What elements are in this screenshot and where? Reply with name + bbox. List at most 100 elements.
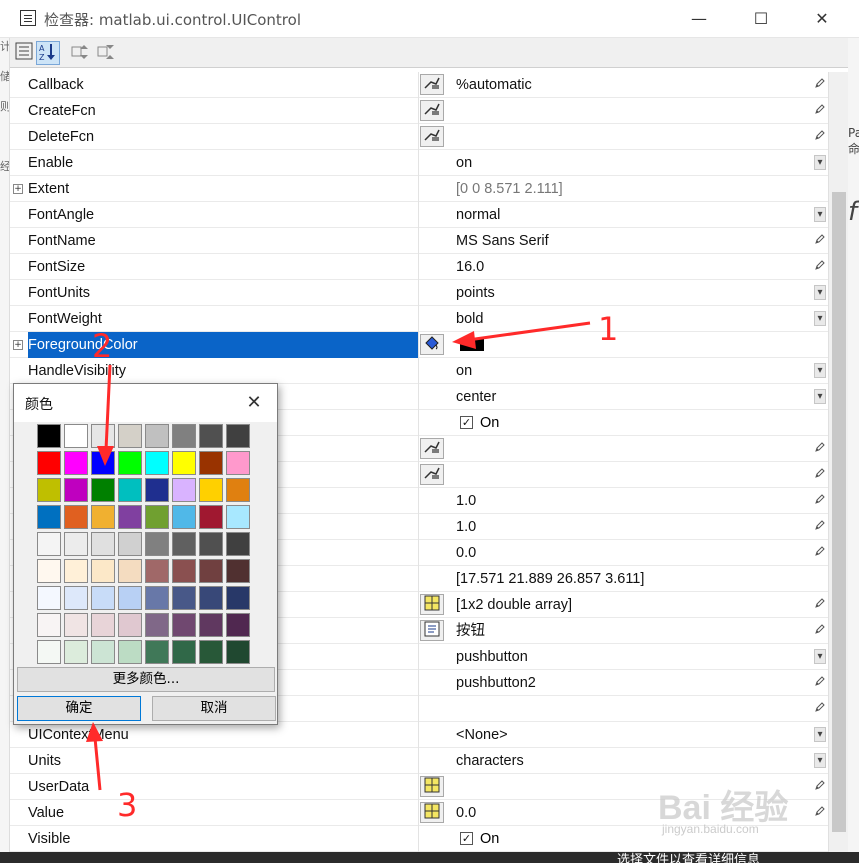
property-value[interactable] <box>456 98 806 124</box>
pencil-icon[interactable] <box>814 233 826 248</box>
color-cell[interactable] <box>226 532 250 556</box>
dropdown-arrow-icon[interactable]: ▾ <box>814 649 826 664</box>
property-row[interactable]: FontWeight bold ▾ <box>10 306 828 332</box>
array-editor-icon[interactable] <box>420 594 444 615</box>
property-name[interactable]: HandleVisibility <box>28 358 418 384</box>
ok-button[interactable]: 确定 <box>17 696 141 721</box>
color-cell[interactable] <box>172 586 196 610</box>
color-cell[interactable] <box>91 451 115 475</box>
property-name[interactable]: FontName <box>28 228 418 254</box>
property-value[interactable]: characters <box>456 748 806 774</box>
maximize-button[interactable]: ☐ <box>738 0 784 38</box>
color-cell[interactable] <box>64 586 88 610</box>
color-cell[interactable] <box>199 478 223 502</box>
paint-bucket-icon[interactable] <box>420 334 444 355</box>
property-value[interactable] <box>456 462 806 488</box>
property-value[interactable] <box>456 124 806 150</box>
color-cell[interactable] <box>118 559 142 583</box>
property-row[interactable]: HandleVisibility on ▾ <box>10 358 828 384</box>
color-cell[interactable] <box>37 640 61 664</box>
property-row[interactable]: UIContextMenu <None> ▾ <box>10 722 828 748</box>
property-value[interactable]: pushbutton2 <box>456 670 806 696</box>
checkbox[interactable]: ✓ <box>460 416 473 429</box>
property-value[interactable]: 0.0 <box>456 540 806 566</box>
callback-editor-icon[interactable] <box>420 438 444 459</box>
sort-az-icon[interactable]: AZ <box>36 41 60 65</box>
pencil-icon[interactable] <box>814 623 826 638</box>
color-cell[interactable] <box>37 559 61 583</box>
color-cell[interactable] <box>199 586 223 610</box>
property-value[interactable]: on <box>456 150 806 176</box>
color-cell[interactable] <box>37 613 61 637</box>
pencil-icon[interactable] <box>814 129 826 144</box>
color-cell[interactable] <box>64 532 88 556</box>
cancel-button[interactable]: 取消 <box>152 696 276 721</box>
color-cell[interactable] <box>37 532 61 556</box>
color-cell[interactable] <box>91 613 115 637</box>
property-name[interactable]: Callback <box>28 72 418 98</box>
color-cell[interactable] <box>199 640 223 664</box>
color-cell[interactable] <box>226 640 250 664</box>
property-value[interactable]: on <box>456 358 806 384</box>
property-value[interactable]: 16.0 <box>456 254 806 280</box>
property-value[interactable] <box>456 332 806 358</box>
color-cell[interactable] <box>118 424 142 448</box>
property-row[interactable]: FontName MS Sans Serif <box>10 228 828 254</box>
text-editor-icon[interactable] <box>420 620 444 641</box>
scrollbar-thumb[interactable] <box>832 192 846 832</box>
dropdown-arrow-icon[interactable]: ▾ <box>814 727 826 742</box>
dropdown-arrow-icon[interactable]: ▾ <box>814 753 826 768</box>
array-editor-icon[interactable] <box>420 776 444 797</box>
expand-icon[interactable]: + <box>13 340 23 350</box>
property-value[interactable]: center <box>456 384 806 410</box>
pencil-icon[interactable] <box>814 779 826 794</box>
property-value[interactable]: [17.571 21.889 26.857 3.611] <box>456 566 806 592</box>
color-cell[interactable] <box>91 424 115 448</box>
color-cell[interactable] <box>199 613 223 637</box>
property-row[interactable]: DeleteFcn <box>10 124 828 150</box>
color-cell[interactable] <box>145 559 169 583</box>
pencil-icon[interactable] <box>814 675 826 690</box>
dropdown-arrow-icon[interactable]: ▾ <box>814 311 826 326</box>
color-cell[interactable] <box>91 532 115 556</box>
property-value[interactable]: 按钮 <box>456 618 806 644</box>
callback-editor-icon[interactable] <box>420 126 444 147</box>
color-cell[interactable] <box>145 478 169 502</box>
pencil-icon[interactable] <box>814 805 826 820</box>
color-cell[interactable] <box>118 586 142 610</box>
property-value[interactable]: 1.0 <box>456 514 806 540</box>
color-cell[interactable] <box>226 424 250 448</box>
close-button[interactable]: ✕ <box>799 0 845 38</box>
color-cell[interactable] <box>172 613 196 637</box>
pencil-icon[interactable] <box>814 77 826 92</box>
pencil-icon[interactable] <box>814 545 826 560</box>
color-cell[interactable] <box>118 613 142 637</box>
expand-icon[interactable]: + <box>13 184 23 194</box>
more-colors-button[interactable]: 更多颜色... <box>17 667 275 692</box>
property-row[interactable]: Units characters ▾ <box>10 748 828 774</box>
property-name[interactable]: FontAngle <box>28 202 418 228</box>
color-cell[interactable] <box>172 559 196 583</box>
color-cell[interactable] <box>145 424 169 448</box>
color-cell[interactable] <box>145 505 169 529</box>
color-cell[interactable] <box>172 451 196 475</box>
dropdown-arrow-icon[interactable]: ▾ <box>814 207 826 222</box>
color-cell[interactable] <box>199 559 223 583</box>
pencil-icon[interactable] <box>814 103 826 118</box>
color-cell[interactable] <box>91 478 115 502</box>
property-row[interactable]: + ForegroundColor <box>10 332 828 358</box>
callback-editor-icon[interactable] <box>420 464 444 485</box>
property-value[interactable]: [1x2 double array] <box>456 592 806 618</box>
color-cell[interactable] <box>64 613 88 637</box>
color-cell[interactable] <box>199 505 223 529</box>
pencil-icon[interactable] <box>814 701 826 716</box>
property-name[interactable]: FontUnits <box>28 280 418 306</box>
pencil-icon[interactable] <box>814 467 826 482</box>
color-cell[interactable] <box>37 451 61 475</box>
property-name[interactable]: Value <box>28 800 418 826</box>
property-name[interactable]: Enable <box>28 150 418 176</box>
property-name[interactable]: ForegroundColor <box>28 332 418 358</box>
color-cell[interactable] <box>145 451 169 475</box>
color-cell[interactable] <box>145 586 169 610</box>
color-cell[interactable] <box>91 559 115 583</box>
